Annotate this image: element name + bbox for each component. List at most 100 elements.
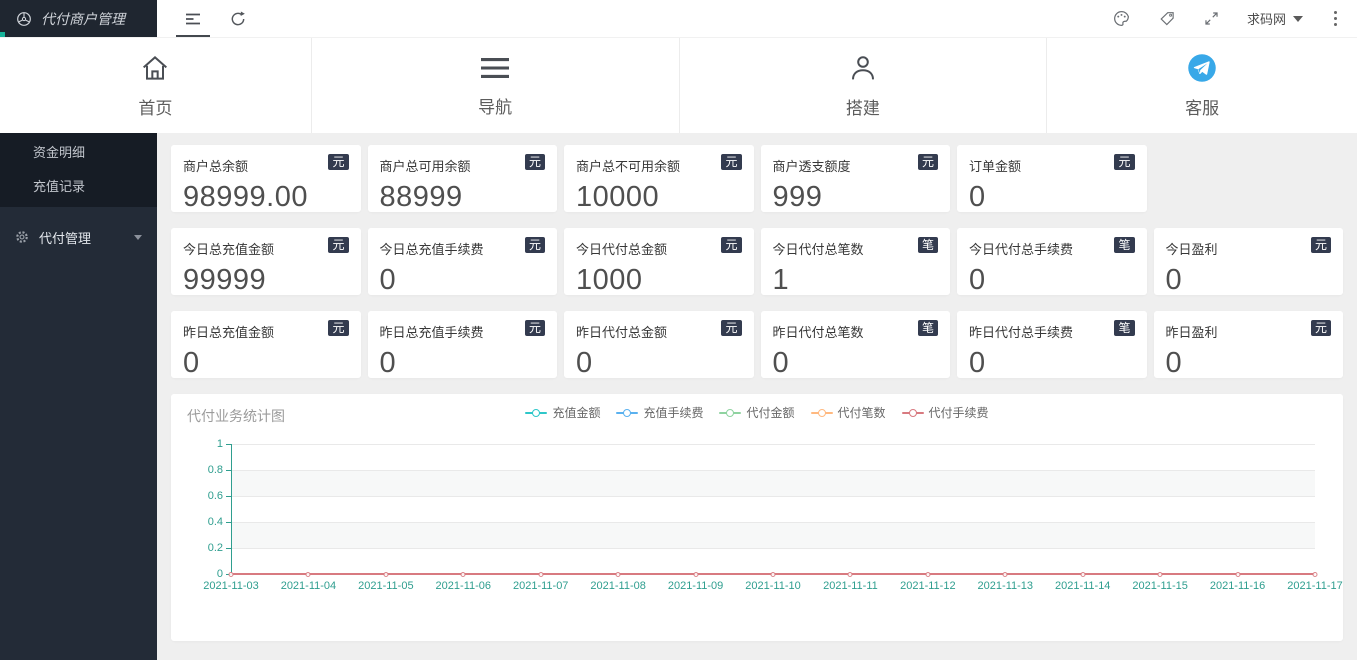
stat-label: 商户总可用余额 [379,159,471,174]
legend-line-marker-icon [810,408,833,418]
stat-value: 1000 [576,264,643,296]
nav-item-build[interactable]: 搭建 [678,38,1047,133]
stat-unit-badge: 元 [721,320,742,336]
topbar: 代付商户管理 求码网 [0,0,1357,38]
collapse-sidebar-button[interactable] [176,0,210,38]
stat-card: 商户总可用余额 元 88999 [367,145,557,213]
home-icon [143,55,168,80]
tag-button[interactable] [1158,0,1176,38]
more-options-button[interactable] [1330,7,1341,30]
legend-item[interactable]: 代付金额 [719,404,795,421]
stat-unit-badge: 笔 [1114,320,1135,336]
stat-card: 商户透支额度 元 999 [760,145,950,213]
x-axis-tick-label: 2021-11-06 [435,580,492,592]
stat-unit-badge: 元 [524,237,545,253]
stat-card: 昨日盈利 元 0 [1153,311,1343,379]
menu-lines-icon [481,57,510,78]
x-axis-tick-label: 2021-11-05 [358,580,414,592]
sidebar-item-payment-management[interactable]: 代付管理 [0,215,157,259]
y-axis-line [231,444,232,574]
chart-data-point [460,571,466,577]
stat-label: 订单金额 [969,159,1022,174]
chevron-down-icon [134,234,142,240]
stat-value: 0 [1165,347,1183,379]
stat-unit-badge: 笔 [917,237,938,253]
tag-icon [1160,11,1174,25]
stat-card: 今日总充值手续费 元 0 [367,228,557,296]
stat-card: 订单金额 元 0 [957,145,1147,213]
sidebar-item-recharge-records[interactable]: 充值记录 [0,170,157,204]
stat-label: 今日总充值手续费 [379,242,484,257]
legend-item[interactable]: 代付手续费 [901,404,989,421]
stat-unit-badge: 元 [328,320,349,336]
x-axis-tick-label: 2021-11-15 [1132,580,1188,592]
main-content: 商户总余额 元 98999.00 商户总可用余额 元 88999 商户总不可用余… [157,133,1357,660]
chart-data-point [925,571,931,577]
user-menu[interactable]: 求码网 [1247,9,1303,28]
x-axis-tick-label: 2021-11-16 [1209,580,1266,592]
stat-card: 今日盈利 元 0 [1153,228,1343,296]
stat-unit-badge: 元 [1310,320,1331,336]
stat-value: 88999 [379,181,463,213]
chart-data-point [770,571,776,577]
stat-unit-badge: 元 [917,154,938,170]
y-axis-tick-label: 1 [216,438,223,450]
legend-item[interactable]: 充值金额 [525,404,600,421]
y-axis-tick-label: 0 [216,568,223,580]
person-icon [851,55,874,79]
stat-value: 1 [772,264,790,296]
x-axis-tick-label: 2021-11-12 [900,580,956,592]
loading-indicator [0,32,5,37]
chart-data-point [538,571,544,577]
stat-card: 今日代付总笔数 笔 1 [760,228,950,296]
stat-label: 昨日盈利 [1165,325,1218,340]
legend-label: 代付手续费 [928,406,989,420]
stat-card: 昨日总充值手续费 元 0 [367,311,557,379]
stat-unit-badge: 元 [1114,154,1135,170]
user-name: 求码网 [1246,12,1286,27]
legend-line-marker-icon [616,408,639,418]
stat-value: 999 [772,181,823,213]
legend-label: 充值手续费 [643,406,704,420]
fullscreen-button[interactable] [1203,0,1220,38]
chart-data-point [847,571,853,577]
nav-item-navigation[interactable]: 导航 [310,38,679,133]
telegram-icon [1188,53,1216,82]
stat-unit-badge: 元 [524,320,545,336]
chart-data-point [228,571,234,577]
x-axis-tick-label: 2021-11-14 [1054,580,1111,592]
stat-value: 0 [379,347,397,379]
sidebar-item-fund-details[interactable]: 资金明细 [0,136,157,170]
stat-label: 商户透支额度 [772,159,851,174]
refresh-button[interactable] [229,0,247,38]
active-tab-indicator [176,34,210,37]
stats-row-today: 今日总充值金额 元 99999 今日总充值手续费 元 0 今日代付总金额 元 1… [171,228,1343,296]
refresh-icon [231,10,245,25]
legend-item[interactable]: 充值手续费 [616,404,703,421]
stat-label: 今日总充值金额 [183,242,275,257]
stats-row-yesterday: 昨日总充值金额 元 0 昨日总充值手续费 元 0 昨日代付总金额 元 0 昨日代… [171,311,1343,379]
stat-card: 今日代付总手续费 笔 0 [957,228,1147,296]
app-brand: 代付商户管理 [0,0,157,37]
nav-item-home[interactable]: 首页 [0,38,311,133]
theme-button[interactable] [1112,0,1131,38]
chart-data-point [1157,571,1163,577]
x-axis-tick-label: 2021-11-04 [280,580,337,592]
legend-item[interactable]: 代付笔数 [810,404,886,421]
stat-unit-badge: 元 [1310,237,1331,253]
stat-label: 昨日代付总手续费 [969,325,1074,340]
chart-plot: 0 0.2 0.4 0.6 0.8 1 2021-11-03 2021-11-04 2021-1… [203,438,1342,592]
stat-value: 0 [379,264,397,296]
nav-item-support[interactable]: 客服 [1046,38,1357,133]
stat-unit-badge: 笔 [917,320,938,336]
stat-unit-badge: 元 [328,154,349,170]
x-axis-tick-label: 2021-11-03 [203,580,259,592]
sidebar-submenu: 资金明细 充值记录 [0,133,157,207]
chart-data-point [1002,571,1008,577]
stat-value: 0 [183,347,200,379]
y-axis-tick-label: 0.4 [207,516,223,528]
x-axis-tick-label: 2021-11-08 [590,580,646,592]
chart-data-point [693,571,699,577]
stat-value: 0 [969,181,986,213]
stat-unit-badge: 元 [524,154,545,170]
